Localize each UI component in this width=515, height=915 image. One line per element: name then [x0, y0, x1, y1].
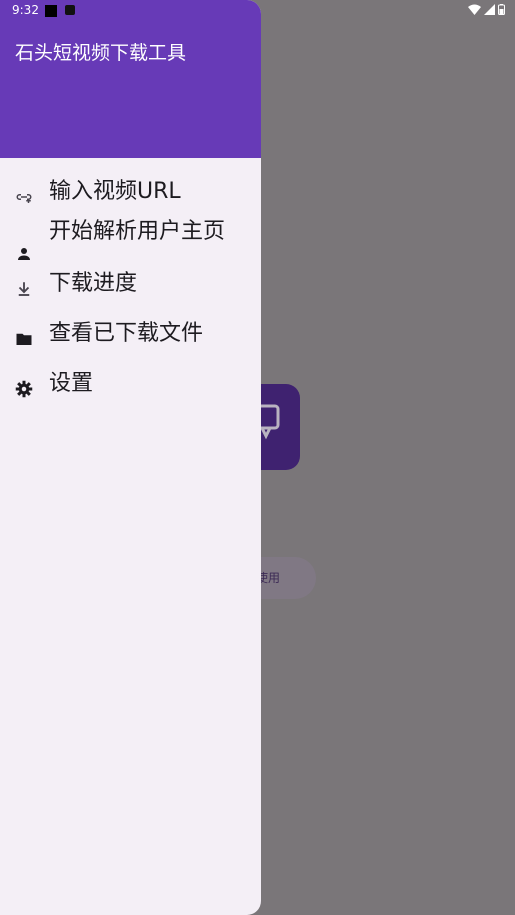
status-time: 9:32	[12, 3, 39, 17]
menu-item-label: 开始解析用户主页	[49, 219, 226, 244]
drawer-header: 石头短视频下载工具	[0, 0, 261, 158]
menu-item-parse-profile[interactable]: 开始解析用户主页	[0, 213, 261, 263]
person-icon	[18, 248, 30, 260]
screen: 迎 使用 9:32 石头短视频下载工具	[0, 0, 515, 915]
status-icons	[468, 4, 505, 15]
menu-item-label: 下载进度	[49, 271, 138, 296]
app-notification-icon	[65, 5, 75, 15]
signal-icon	[484, 4, 495, 15]
navigation-drawer: 石头短视频下载工具 输入视频URL 开始解析用户主页 下载进度 查看已下载文件 …	[0, 0, 261, 915]
status-bar: 9:32	[0, 0, 515, 22]
drawer-title: 石头短视频下载工具	[15, 42, 187, 64]
drawer-menu: 输入视频URL 开始解析用户主页 下载进度 查看已下载文件 设置	[0, 158, 261, 403]
link-icon	[16, 194, 32, 203]
battery-icon	[498, 4, 505, 15]
gear-icon	[15, 380, 33, 398]
notification-icon	[45, 5, 57, 17]
menu-item-label: 输入视频URL	[49, 179, 181, 204]
menu-item-download-progress[interactable]: 下载进度	[0, 265, 261, 303]
folder-icon	[16, 333, 32, 345]
menu-item-label: 查看已下载文件	[49, 321, 204, 346]
download-icon	[18, 282, 30, 296]
menu-item-label: 设置	[49, 371, 94, 396]
menu-item-input-url[interactable]: 输入视频URL	[0, 173, 261, 211]
menu-item-downloaded-files[interactable]: 查看已下载文件	[0, 315, 261, 353]
menu-item-settings[interactable]: 设置	[0, 365, 261, 403]
wifi-icon	[468, 4, 481, 15]
